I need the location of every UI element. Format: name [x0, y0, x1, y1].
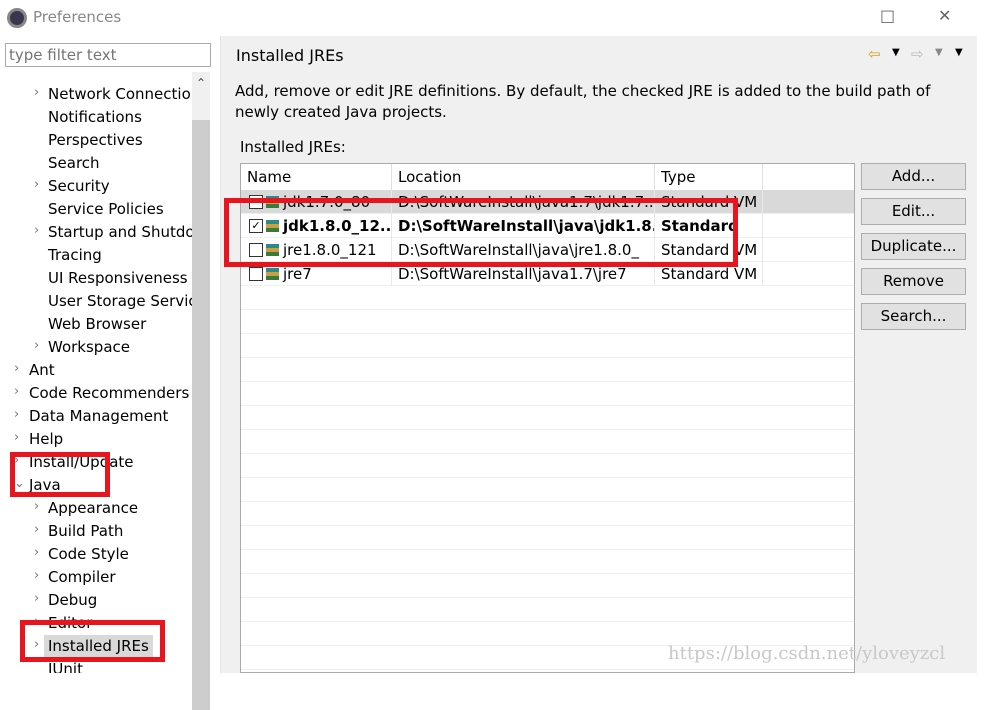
chevron-right-icon[interactable]: › — [34, 568, 39, 583]
tree-item[interactable]: Web Browser — [48, 313, 146, 336]
chevron-right-icon[interactable]: › — [34, 177, 39, 192]
add-button[interactable]: Add... — [861, 163, 966, 190]
tree-item[interactable]: Workspace — [48, 336, 130, 359]
preference-tree: › Network Connectio Notifications Perspecti… — [0, 72, 192, 673]
back-dropdown-icon[interactable]: ▼ — [892, 47, 900, 58]
title-bar: Preferences □ ✕ — [0, 0, 977, 36]
column-header-name[interactable]: Name — [241, 164, 392, 190]
menu-icon[interactable]: ▼ — [955, 47, 963, 58]
chevron-right-icon[interactable]: › — [14, 361, 19, 376]
chevron-right-icon[interactable]: › — [34, 338, 39, 353]
table-label: Installed JREs: — [240, 138, 346, 156]
tree-scrollbar-thumb[interactable] — [192, 120, 210, 710]
empty-row — [241, 406, 854, 430]
annotation-box-java — [10, 452, 110, 497]
tree-item[interactable]: Network Connectio — [48, 83, 191, 106]
empty-row — [241, 478, 854, 502]
tree-item[interactable]: Search — [48, 152, 100, 175]
window-title: Preferences — [33, 8, 122, 26]
tree-item[interactable]: Code Recommenders — [29, 382, 189, 405]
chevron-right-icon[interactable]: › — [14, 430, 19, 445]
empty-row — [241, 454, 854, 478]
chevron-right-icon[interactable]: › — [34, 591, 39, 606]
close-button[interactable]: ✕ — [938, 6, 951, 25]
tree-item[interactable]: Appearance — [48, 497, 138, 520]
chevron-right-icon[interactable]: › — [34, 85, 39, 100]
chevron-right-icon[interactable]: › — [34, 522, 39, 537]
empty-row — [241, 358, 854, 382]
annotation-box-jre — [224, 198, 738, 267]
tree-item[interactable]: Tracing — [48, 244, 102, 267]
empty-row — [241, 502, 854, 526]
preferences-gear-icon — [7, 8, 27, 28]
jre-checkbox[interactable] — [249, 267, 263, 281]
column-header-type[interactable]: Type — [655, 164, 763, 190]
tree-item[interactable]: Ant — [29, 359, 55, 382]
empty-row — [241, 382, 854, 406]
chevron-right-icon[interactable]: › — [14, 384, 19, 399]
empty-row — [241, 310, 854, 334]
empty-row — [241, 598, 854, 622]
sidebar: › Network ConnectioNotificationsPerspecti… — [0, 36, 220, 710]
jre-library-icon — [266, 268, 279, 280]
background-window — [977, 0, 990, 673]
duplicate-button[interactable]: Duplicate... — [861, 233, 966, 260]
empty-row — [241, 334, 854, 358]
page-title: Installed JREs — [236, 46, 344, 65]
maximize-button[interactable]: □ — [880, 6, 895, 25]
search-button[interactable]: Search... — [861, 303, 966, 330]
chevron-right-icon[interactable]: › — [14, 407, 19, 422]
tree-item[interactable]: Security — [48, 175, 110, 198]
forward-dropdown-icon[interactable]: ▼ — [935, 47, 943, 58]
preference-page: Installed JREs ⇦ ▼ ⇨ ▼ ▼ Add, remove or … — [221, 36, 977, 673]
tree-item[interactable]: Help — [29, 428, 63, 451]
empty-row — [241, 430, 854, 454]
chevron-right-icon[interactable]: › — [34, 223, 39, 238]
empty-row — [241, 526, 854, 550]
forward-arrow-icon[interactable]: ⇨ — [911, 45, 924, 63]
chevron-right-icon[interactable]: › — [34, 545, 39, 560]
tree-item[interactable]: Startup and Shutdo — [48, 221, 192, 244]
chevron-right-icon[interactable]: › — [34, 499, 39, 514]
tree-item[interactable]: Data Management — [29, 405, 168, 428]
edit-button[interactable]: Edit... — [861, 198, 966, 225]
tree-item[interactable]: UI Responsiveness M — [48, 267, 192, 290]
column-header-location[interactable]: Location — [392, 164, 655, 190]
page-header: Installed JREs ⇦ ▼ ⇨ ▼ ▼ — [221, 36, 977, 74]
remove-button[interactable]: Remove — [861, 268, 966, 295]
tree-item[interactable]: Perspectives — [48, 129, 143, 152]
tree-item[interactable]: User Storage Servic — [48, 290, 192, 313]
empty-row — [241, 574, 854, 598]
tree-item[interactable]: Build Path — [48, 520, 123, 543]
annotation-box-installed-jres — [20, 620, 165, 662]
back-arrow-icon[interactable]: ⇦ — [868, 45, 881, 63]
tree-item[interactable]: Debug — [48, 589, 97, 612]
empty-row — [241, 550, 854, 574]
tree-item[interactable]: Service Policies — [48, 198, 164, 221]
page-description: Add, remove or edit JRE definitions. By … — [235, 82, 931, 121]
watermark: https://blog.csdn.net/yloveyzcl — [668, 643, 946, 664]
filter-input[interactable] — [5, 43, 211, 67]
scroll-up-icon[interactable]: ⌃ — [196, 76, 206, 90]
tree-item[interactable]: Notifications — [48, 106, 142, 129]
empty-row — [241, 286, 854, 310]
tree-item[interactable]: Compiler — [48, 566, 116, 589]
tree-item[interactable]: Code Style — [48, 543, 129, 566]
